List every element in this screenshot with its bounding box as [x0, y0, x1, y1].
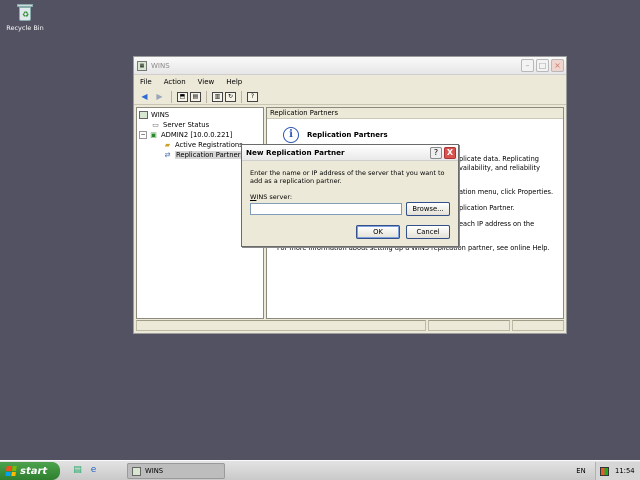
window-title: WINS	[151, 61, 170, 70]
toolbar-separator	[171, 90, 172, 103]
window-close-button[interactable]: ×	[551, 59, 564, 72]
tree-item-label: Server Status	[163, 121, 210, 129]
collapse-icon[interactable]: −	[139, 131, 147, 139]
network-tray-icon[interactable]	[600, 466, 609, 476]
recycle-bin-icon: ♻	[16, 2, 34, 22]
window-titlebar[interactable]: ▦ WINS – □ ×	[134, 57, 566, 75]
replication-partners-icon: ⇄	[164, 151, 171, 159]
menu-file[interactable]: File	[140, 77, 152, 87]
show-hide-tree-icon[interactable]: ▤	[190, 91, 201, 102]
toolbar-separator	[206, 90, 207, 103]
windows-flag-icon	[5, 466, 17, 476]
status-pane	[428, 320, 510, 331]
tree-item-label: ADMIN2 [10.0.0.221]	[161, 131, 233, 139]
cancel-button[interactable]: Cancel	[406, 225, 450, 239]
menu-action[interactable]: Action	[164, 77, 186, 87]
recycle-bin-desktop-icon[interactable]: ♻ Recycle Bin	[6, 2, 44, 32]
server-icon: ▣	[150, 131, 157, 139]
content-text-line: ation menu, click Properties.	[459, 188, 554, 196]
dialog-close-button[interactable]: X	[444, 146, 456, 159]
folder-icon: ▰	[164, 141, 171, 149]
content-heading-title: Replication Partners	[307, 131, 388, 139]
back-arrow-icon[interactable]: ◀	[138, 90, 151, 103]
tree-item-server-status[interactable]: ▭ Server Status	[139, 120, 261, 130]
dialog-message: Enter the name or IP address of the serv…	[250, 169, 445, 185]
dialog-title: New Replication Partner	[246, 148, 345, 157]
content-text-line: vailability, and reliability	[459, 164, 541, 172]
start-button[interactable]: start	[0, 462, 60, 480]
task-label: WINS	[145, 467, 164, 475]
wins-server-label: WINS server:	[250, 193, 292, 201]
properties-icon[interactable]: ▥	[212, 91, 223, 102]
tree-item-label: Active Registrations	[175, 141, 243, 149]
status-pane	[136, 320, 426, 331]
ok-button[interactable]: OK	[356, 225, 400, 239]
internet-explorer-icon[interactable]: e	[88, 465, 99, 476]
content-heading: i Replication Partners	[283, 127, 388, 143]
tree-item-server[interactable]: − ▣ ADMIN2 [10.0.0.221]	[139, 130, 261, 140]
start-label: start	[20, 465, 48, 477]
browse-button[interactable]: Browse...	[406, 202, 450, 216]
menu-view[interactable]: View	[198, 77, 215, 87]
wins-task-icon	[132, 466, 141, 476]
maximize-button[interactable]: □	[536, 59, 549, 72]
content-text-line: plication Partner.	[459, 204, 515, 212]
taskbar-button-wins[interactable]: WINS	[127, 463, 225, 479]
toolbar-separator	[241, 90, 242, 103]
wins-tree-icon	[139, 111, 148, 119]
status-pane	[512, 320, 564, 331]
menu-help[interactable]: Help	[226, 77, 242, 87]
dialog-help-button[interactable]: ?	[430, 146, 442, 159]
wins-app-icon: ▦	[137, 60, 147, 71]
clock: 11:54	[615, 467, 635, 475]
show-desktop-icon[interactable]: ▤	[72, 465, 83, 476]
server-status-icon: ▭	[152, 121, 159, 129]
system-tray: 11:54	[595, 462, 640, 480]
toolbar: ◀ ▶ ⬒ ▤ ▥ ↻ ?	[134, 89, 566, 105]
forward-arrow-icon[interactable]: ▶	[153, 90, 166, 103]
taskbar: start ▤ e WINS EN 11:54	[0, 460, 640, 480]
result-pane-header: Replication Partners	[267, 108, 563, 119]
wins-server-input[interactable]	[250, 203, 402, 215]
dialog-titlebar[interactable]: New Replication Partner ? X	[242, 145, 458, 161]
menu-bar: File Action View Help	[134, 75, 566, 89]
wins-server-label-text: INS server:	[256, 193, 293, 201]
tree-item-wins[interactable]: WINS	[139, 110, 261, 120]
info-icon: i	[283, 127, 299, 143]
language-indicator[interactable]: EN	[569, 463, 593, 479]
content-text-line: plicate data. Replicating	[459, 155, 539, 163]
refresh-icon[interactable]: ↻	[225, 91, 236, 102]
recycle-bin-label: Recycle Bin	[6, 24, 44, 32]
tree-item-label: WINS	[151, 111, 170, 119]
new-replication-partner-dialog: New Replication Partner ? X Enter the na…	[241, 144, 459, 247]
content-text-line: each IP address on the	[459, 220, 535, 228]
up-folder-icon[interactable]: ⬒	[177, 91, 188, 102]
status-bar	[136, 320, 564, 332]
tree-item-label: Replication Partners	[175, 151, 246, 159]
minimize-button[interactable]: –	[521, 59, 534, 72]
help-icon[interactable]: ?	[247, 91, 258, 102]
